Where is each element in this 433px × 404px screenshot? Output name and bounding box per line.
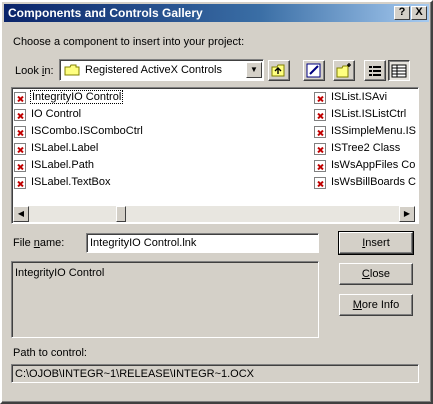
path-label: Path to control: [13,347,87,359]
window-title: Components and Controls Gallery [8,6,203,20]
path-field: C:\OJOB\INTEGR~1\RELEASE\INTEGR~1.OCX [11,364,419,383]
close-window-button[interactable]: X [411,6,427,20]
new-folder-button[interactable] [333,60,355,81]
description-box: IntegrityIO Control [11,261,319,338]
folder-icon [64,64,80,76]
control-icon [14,143,26,155]
close-button[interactable]: Close [339,263,413,285]
file-name-label: File name: [13,237,65,249]
insert-button[interactable]: Insert [338,231,414,255]
component-list[interactable]: IntegrityIO Control IO Control ISCombo.I… [11,87,419,224]
file-name-value: IntegrityIO Control.lnk [90,237,197,249]
control-icon [14,177,26,189]
help-button[interactable]: ? [394,6,410,20]
control-icon [314,177,326,189]
control-icon [314,143,326,155]
control-icon [14,92,26,104]
look-in-value: Registered ActiveX Controls [85,64,222,76]
list-view-icon[interactable] [364,60,386,81]
control-icon [14,126,26,138]
horizontal-scrollbar[interactable]: ◀ ▶ [13,206,415,222]
list-column-2: ISList.ISAvi ISList.ISListCtrl ISSimpleM… [312,88,416,206]
more-info-button[interactable]: More Info [339,294,413,316]
control-icon [314,109,326,121]
control-icon [314,126,326,138]
path-value: C:\OJOB\INTEGR~1\RELEASE\INTEGR~1.OCX [15,368,255,380]
file-name-input[interactable]: IntegrityIO Control.lnk [86,233,319,253]
control-icon [14,160,26,172]
details-view-icon[interactable] [388,60,410,81]
scroll-left-icon[interactable]: ◀ [13,206,29,222]
control-icon [314,92,326,104]
scroll-thumb[interactable] [116,206,126,222]
control-icon [14,109,26,121]
prompt-text: Choose a component to insert into your p… [13,36,245,48]
title-bar[interactable]: Components and Controls Gallery ? X [4,4,429,22]
look-in-label: Look in: [15,65,54,77]
look-in-dropdown[interactable]: Registered ActiveX Controls ▼ [59,59,264,81]
chevron-down-icon[interactable]: ▼ [246,62,262,78]
up-folder-button[interactable] [268,60,290,81]
customize-button[interactable] [303,60,325,81]
control-icon [314,160,326,172]
dialog-window: Components and Controls Gallery ? X Choo… [0,0,433,404]
description-text: IntegrityIO Control [15,267,105,279]
scroll-right-icon[interactable]: ▶ [399,206,415,222]
